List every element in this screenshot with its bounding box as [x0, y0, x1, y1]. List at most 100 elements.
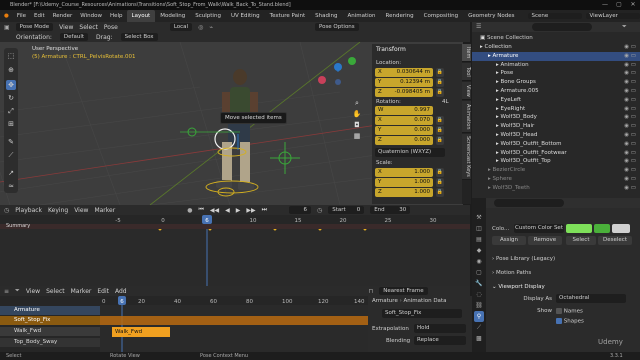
constraint-props-icon[interactable]: ⛓: [474, 300, 484, 311]
pivot-icon[interactable]: ◎: [198, 24, 203, 31]
tab-texture-paint[interactable]: Texture Paint: [265, 10, 311, 22]
nla-track-walk[interactable]: Walk_Fwd: [0, 327, 100, 336]
prev-key-icon[interactable]: ◀◀: [210, 207, 219, 214]
outliner-row[interactable]: ▸ Pose ◉ ▭: [472, 69, 640, 78]
tab-rendering[interactable]: Rendering: [381, 10, 419, 22]
menu-view[interactable]: View: [59, 24, 73, 31]
lock-icon[interactable]: 🔒: [436, 178, 444, 187]
outliner-filter-icon[interactable]: ☰: [476, 23, 481, 30]
tab-shading[interactable]: Shading: [310, 10, 342, 22]
visibility-eye-icon[interactable]: ◉ ▭: [624, 96, 636, 105]
visibility-eye-icon[interactable]: ◉ ▭: [624, 184, 636, 193]
outliner-row[interactable]: ▸ EyeLeft ◉ ▭: [472, 96, 640, 105]
bone-props-icon[interactable]: ⟋: [474, 322, 484, 333]
preview-range-icon[interactable]: ◷: [317, 207, 322, 214]
physics-props-icon[interactable]: ◌: [474, 289, 484, 300]
outliner-row[interactable]: ▸ Armature ◉ ▭: [472, 51, 640, 61]
play-reverse-icon[interactable]: ◀: [225, 207, 230, 214]
visibility-eye-icon[interactable]: ◉ ▭: [624, 113, 636, 122]
lock-icon[interactable]: 🔒: [436, 168, 444, 177]
select-tool-icon[interactable]: ⬚: [6, 51, 16, 61]
modifier-props-icon[interactable]: 🔧: [474, 278, 484, 289]
pan-hand-icon[interactable]: ✋: [352, 109, 362, 120]
outliner-row[interactable]: ▸ Wolf3D_Teeth ◉ ▭: [472, 184, 640, 193]
visibility-eye-icon[interactable]: ◉ ▭: [624, 52, 636, 61]
texture-props-icon[interactable]: ▩: [474, 333, 484, 344]
render-props-icon[interactable]: ◫: [474, 223, 484, 234]
menu-timeline-view[interactable]: View: [74, 207, 88, 214]
timeline-editor-icon[interactable]: ◷: [4, 207, 9, 214]
deselect-button[interactable]: Deselect: [598, 236, 632, 245]
lock-icon[interactable]: 🔒: [436, 78, 444, 87]
relax-tool-icon[interactable]: ≈: [6, 181, 16, 191]
rotation-z-field[interactable]: Z 0.000: [375, 136, 433, 145]
nla-strip-walk-fwd[interactable]: Walk_Fwd: [112, 327, 170, 337]
jump-start-icon[interactable]: ⏮: [198, 206, 203, 214]
visibility-eye-icon[interactable]: ◉ ▭: [624, 140, 636, 149]
lock-icon[interactable]: 🔒: [436, 136, 444, 145]
navigation-gizmo[interactable]: [318, 57, 356, 85]
move-tool-icon[interactable]: ✥: [6, 80, 16, 90]
color-set-dropdown[interactable]: Custom Color Set: [514, 224, 564, 233]
rotate-tool-icon[interactable]: ↻: [6, 93, 16, 103]
location-y-field[interactable]: Y 0.12394 m: [375, 78, 433, 87]
menu-nla-marker[interactable]: Marker: [71, 288, 92, 295]
tab-tool[interactable]: Tool: [462, 63, 471, 81]
pose-library-panel[interactable]: › Pose Library (Legacy): [492, 256, 555, 262]
outliner-row[interactable]: ▸ Collection ◉ ▭: [472, 43, 640, 52]
color-swatch-1[interactable]: [566, 224, 592, 233]
jump-end-icon[interactable]: ⏭: [262, 206, 267, 214]
scale-y-field[interactable]: Y 1.000: [375, 178, 433, 187]
nla-action-field[interactable]: Soft_Stop_Fix: [382, 309, 462, 318]
menu-help[interactable]: Help: [106, 13, 127, 19]
transform-orientation-dropdown[interactable]: Local: [169, 23, 193, 31]
visibility-eye-icon[interactable]: ◉ ▭: [624, 149, 636, 158]
scene-selector[interactable]: Scene: [527, 13, 582, 19]
rotation-y-field[interactable]: Y 0.000: [375, 126, 433, 135]
visibility-eye-icon[interactable]: ◉ ▭: [624, 69, 636, 78]
names-checkbox[interactable]: Names: [556, 308, 583, 315]
motion-paths-panel[interactable]: › Motion Paths: [492, 270, 531, 276]
visibility-eye-icon[interactable]: ◉ ▭: [624, 105, 636, 114]
tab-geometry-nodes[interactable]: Geometry Nodes: [463, 10, 519, 22]
end-frame-field[interactable]: End 30: [370, 206, 411, 214]
outliner-row[interactable]: ▸ Wolf3D_Outfit_Top ◉ ▭: [472, 157, 640, 166]
menu-playback[interactable]: Playback: [15, 207, 42, 214]
menu-nla-select[interactable]: Select: [46, 288, 65, 295]
menu-nla-add[interactable]: Add: [115, 288, 127, 295]
location-z-field[interactable]: Z -0.098405 m: [375, 88, 433, 97]
menu-window[interactable]: Window: [76, 13, 106, 19]
outliner-row[interactable]: ▸ Armature.005 ◉ ▭: [472, 87, 640, 96]
dopesheet-area[interactable]: [0, 225, 470, 286]
color-swatch-3[interactable]: [612, 224, 630, 233]
visibility-eye-icon[interactable]: ◉ ▭: [624, 61, 636, 70]
measure-tool-icon[interactable]: ⟋: [6, 150, 16, 160]
grid-icon[interactable]: ▦: [352, 131, 362, 142]
outliner-row[interactable]: ▸ BezierCircle ◉ ▭: [472, 166, 640, 175]
menu-keying[interactable]: Keying: [48, 207, 68, 214]
rotation-mode-dropdown[interactable]: Quaternion (WXYZ): [375, 148, 445, 157]
assign-button[interactable]: Assign: [492, 236, 526, 245]
scene-collection-row[interactable]: ▣ Scene Collection: [472, 34, 640, 43]
visibility-eye-icon[interactable]: ◉ ▭: [624, 87, 636, 96]
current-frame-field[interactable]: 6: [288, 206, 311, 214]
funnel-icon[interactable]: ⏷: [622, 23, 627, 31]
snap-dropdown[interactable]: Nearest Frame: [379, 287, 428, 295]
nla-filter-icon[interactable]: ⏷: [15, 287, 20, 295]
camera-icon[interactable]: ◘: [352, 120, 362, 131]
lock-icon[interactable]: 🔒: [436, 116, 444, 125]
visibility-eye-icon[interactable]: ◉ ▭: [624, 122, 636, 131]
editor-type-icon[interactable]: ▣: [4, 24, 10, 31]
close-button[interactable]: ✕: [626, 0, 640, 10]
pose-tool-icon[interactable]: ↗: [6, 168, 16, 178]
lock-icon[interactable]: 🔒: [436, 188, 444, 197]
snap-magnet-icon[interactable]: ⊓: [369, 288, 374, 295]
tab-animation-side[interactable]: Animation: [462, 101, 471, 133]
tool-props-icon[interactable]: ⚒: [474, 212, 484, 223]
visibility-eye-icon[interactable]: ◉ ▭: [624, 43, 636, 52]
menu-render[interactable]: Render: [49, 13, 77, 19]
display-as-dropdown[interactable]: Octahedral: [556, 294, 626, 303]
minimize-button[interactable]: —: [598, 0, 612, 10]
lock-icon[interactable]: 🔒: [436, 68, 444, 77]
outliner-row[interactable]: ▸ Wolf3D_Outfit_Bottom ◉ ▭: [472, 140, 640, 149]
